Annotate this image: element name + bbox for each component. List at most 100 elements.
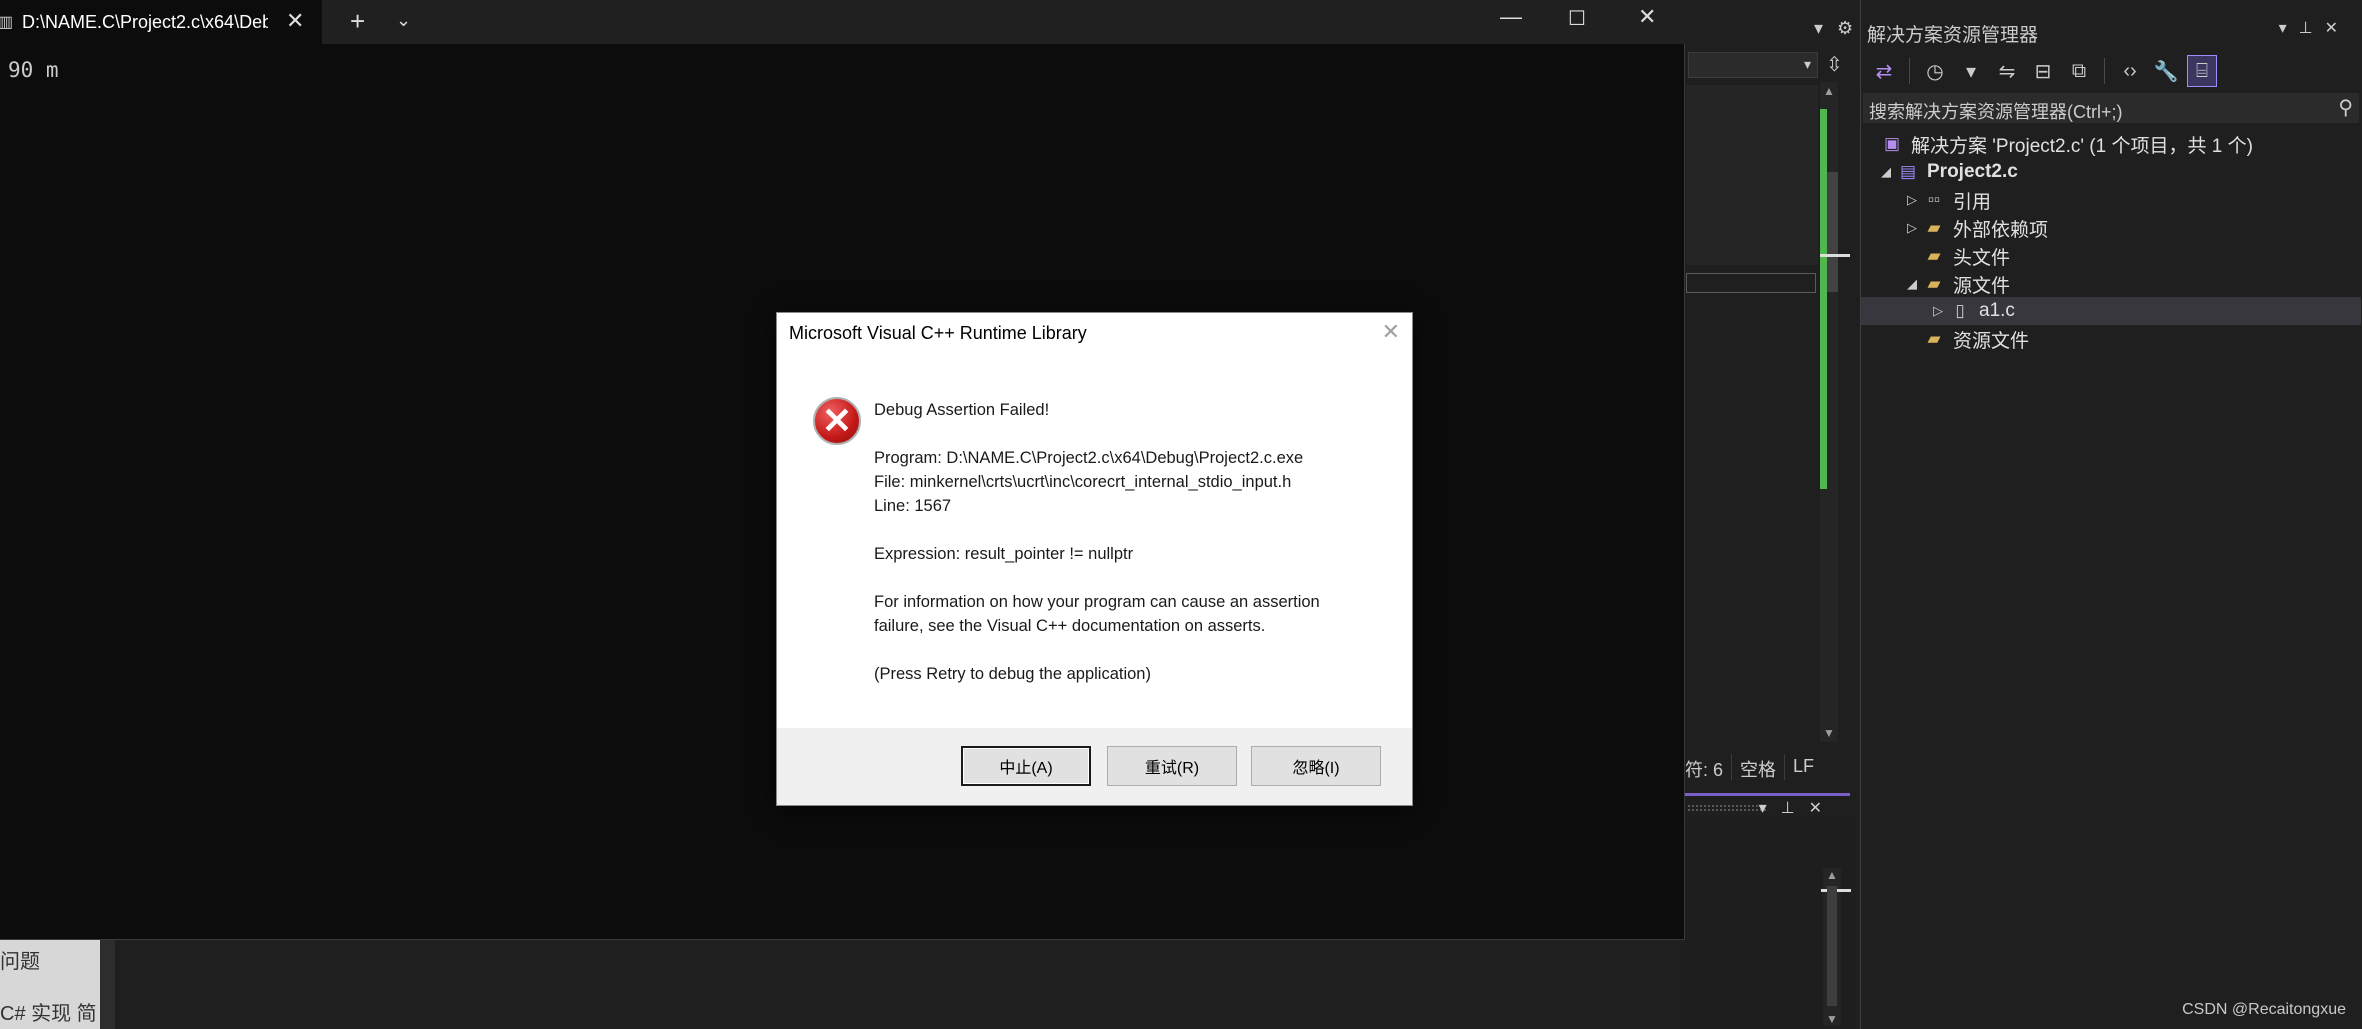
status-line-ending[interactable]: LF <box>1784 754 1822 780</box>
expression-text: Expression: result_pointer != nullptr <box>874 545 1134 563</box>
dialog-heading: Debug Assertion Failed! <box>874 401 1050 419</box>
info-text-2: failure, see the Visual C++ documentatio… <box>874 617 1266 635</box>
solution-explorer-title: 解决方案资源管理器 <box>1867 25 2039 46</box>
status-column[interactable]: 符: 6 <box>1685 754 1731 780</box>
tree-item-label: 头文件 <box>1953 247 2011 269</box>
tree-item-a1-c[interactable]: ▷ ▯ a1.c <box>1861 297 2361 325</box>
terminal-tab[interactable]: ▥ D:\NAME.C\Project2.c\x64\Debug\Project… <box>0 0 322 44</box>
filter-folder-icon: ▰ <box>1927 329 1941 348</box>
ide-bottom-left-panel: 问题 C# 实现 简 <box>0 940 100 1029</box>
chevron-down-icon: ▾ <box>1803 56 1811 72</box>
tree-item-external-deps[interactable]: ▷ ▰ 外部依赖项 <box>1861 214 2361 242</box>
scrollbar-thumb[interactable] <box>1827 886 1837 1006</box>
references-icon: ▫▫ <box>1927 190 1941 209</box>
tree-item-label: 引用 <box>1953 191 1992 213</box>
dropdown-arrow-icon[interactable]: ▾ <box>1759 800 1781 817</box>
output-scrollbar[interactable]: ▲ ▼ <box>1821 868 1851 1026</box>
caret-position-marker <box>1820 254 1850 257</box>
change-tracking-bar <box>1820 109 1827 489</box>
ide-editor-scrollbar[interactable]: ▲ ▼ <box>1820 82 1850 742</box>
retry-hint: (Press Retry to debug the application) <box>874 665 1151 683</box>
tree-item-label: a1.c <box>1979 300 2015 321</box>
close-icon[interactable]: ✕ <box>1382 319 1400 345</box>
minimize-icon[interactable]: — <box>1500 4 1522 30</box>
tree-item-label: 资源文件 <box>1953 330 2030 352</box>
collapsed-arrow-icon[interactable]: ▷ <box>1903 220 1921 236</box>
collapsed-arrow-icon[interactable]: ▷ <box>1929 303 1947 319</box>
tree-item-header-files[interactable]: ▰ 头文件 <box>1861 242 2361 270</box>
dropdown-arrow-icon[interactable]: ▾ <box>1814 18 1823 38</box>
pending-changes-icon[interactable]: ◷ <box>1920 55 1950 87</box>
chevron-down-icon[interactable]: ⌄ <box>396 10 411 31</box>
expanded-arrow-icon[interactable]: ◢ <box>1877 164 1895 180</box>
tree-item-references[interactable]: ▷ ▫▫ 引用 <box>1861 186 2361 214</box>
output-panel-header: ▾⊥✕ <box>1685 793 1850 821</box>
scroll-up-icon[interactable]: ▲ <box>1823 84 1835 98</box>
drag-grip[interactable] <box>1687 804 1767 812</box>
scroll-up-icon[interactable]: ▲ <box>1826 868 1838 882</box>
scroll-down-icon[interactable]: ▼ <box>1823 726 1835 740</box>
close-icon[interactable]: ✕ <box>2325 20 2350 37</box>
ignore-button[interactable]: 忽略(I) <box>1251 746 1381 786</box>
terminal-app-icon: ▥ <box>0 14 14 31</box>
line-number: Line: 1567 <box>874 497 952 515</box>
sync-icon[interactable]: ⇋ <box>1992 55 2022 87</box>
expanded-arrow-icon[interactable]: ◢ <box>1903 276 1921 292</box>
tree-item-source-files[interactable]: ◢ ▰ 源文件 <box>1861 270 2361 298</box>
search-icon[interactable]: ⚲ <box>2338 95 2353 120</box>
document-label[interactable]: C# 实现 简 <box>0 997 97 1026</box>
ide-member-combo[interactable]: ▾ <box>1688 52 1818 78</box>
ide-bottom-divider <box>100 940 115 1029</box>
error-icon: ✕ <box>813 397 861 445</box>
solution-icon: ▣ <box>1883 134 1901 153</box>
tree-item-label: 源文件 <box>1953 275 2011 297</box>
pin-icon[interactable]: ⊥ <box>2299 20 2325 37</box>
ide-current-line-highlight <box>1686 273 1816 293</box>
gear-icon[interactable]: ⚙ <box>1837 18 1853 38</box>
info-text-1: For information on how your program can … <box>874 593 1320 611</box>
ide-status-bar: 符: 6 空格 LF <box>1685 754 1850 780</box>
problems-label[interactable]: 问题 <box>0 945 40 974</box>
retry-button[interactable]: 重试(R) <box>1107 746 1237 786</box>
solution-search-box[interactable]: 搜索解决方案资源管理器(Ctrl+;) ⚲ <box>1863 93 2359 123</box>
search-placeholder: 搜索解决方案资源管理器(Ctrl+;) <box>1869 102 2123 122</box>
status-whitespace[interactable]: 空格 <box>1731 754 1784 780</box>
tree-item-solution[interactable]: ▣ 解决方案 'Project2.c' (1 个项目，共 1 个) <box>1861 130 2361 158</box>
file-path: File: minkernel\crts\ucrt\inc\corecrt_in… <box>874 473 1292 491</box>
collapse-all-icon[interactable]: ⊟ <box>2028 55 2058 87</box>
tree-item-resource-files[interactable]: ▰ 资源文件 <box>1861 325 2361 353</box>
code-view-icon[interactable]: ‹› <box>2115 55 2145 87</box>
maximize-icon[interactable]: ☐ <box>1568 6 1586 31</box>
scroll-down-icon[interactable]: ▼ <box>1826 1012 1838 1026</box>
split-editor-icon[interactable]: ⇳ <box>1826 52 1843 77</box>
toolbar-separator <box>2104 58 2105 84</box>
dropdown-arrow-icon[interactable]: ▾ <box>2279 20 2299 37</box>
ide-top-controls: ▾ ⚙ <box>1800 18 1853 39</box>
new-tab-button[interactable]: + <box>350 6 365 37</box>
tree-item-label: Project2.c <box>1927 161 2018 182</box>
collapsed-arrow-icon[interactable]: ▷ <box>1903 192 1921 208</box>
switch-views-icon[interactable]: ⇄ <box>1869 55 1899 87</box>
abort-button[interactable]: 中止(A) <box>961 746 1091 786</box>
tree-item-label: 解决方案 'Project2.c' (1 个项目，共 1 个) <box>1911 135 2253 157</box>
tree-item-project[interactable]: ◢ ▤ Project2.c <box>1861 158 2361 186</box>
filter-folder-icon: ▰ <box>1927 246 1941 265</box>
preview-selected-icon[interactable]: ⌸ <box>2187 55 2217 87</box>
watermark-text: CSDN @Recaitongxue <box>2182 1001 2346 1018</box>
terminal-output: 90 m <box>8 58 59 82</box>
close-icon[interactable]: ✕ <box>1809 800 1836 817</box>
pin-icon[interactable]: ⊥ <box>1781 800 1809 817</box>
solution-explorer-toolbar: ⇄ ◷ ▾ ⇋ ⊟ ⧉ ‹› 🔧 ⌸ <box>1869 54 2217 88</box>
filter-folder-icon: ▰ <box>1927 274 1941 293</box>
dialog-title: Microsoft Visual C++ Runtime Library <box>789 323 1087 343</box>
properties-wrench-icon[interactable]: 🔧 <box>2151 55 2181 87</box>
close-window-icon[interactable]: ✕ <box>1638 4 1656 30</box>
folder-icon: ▰ <box>1927 218 1941 237</box>
c-file-icon: ▯ <box>1955 301 1965 320</box>
close-tab-icon[interactable]: ✕ <box>286 8 304 34</box>
scrollbar-thumb[interactable] <box>1827 172 1838 292</box>
chevron-down-icon[interactable]: ▾ <box>1956 55 1986 87</box>
show-all-files-icon[interactable]: ⧉ <box>2064 55 2094 87</box>
assertion-dialog: Microsoft Visual C++ Runtime Library ✕ ✕… <box>776 312 1413 806</box>
tree-item-label: 外部依赖项 <box>1953 219 2049 241</box>
